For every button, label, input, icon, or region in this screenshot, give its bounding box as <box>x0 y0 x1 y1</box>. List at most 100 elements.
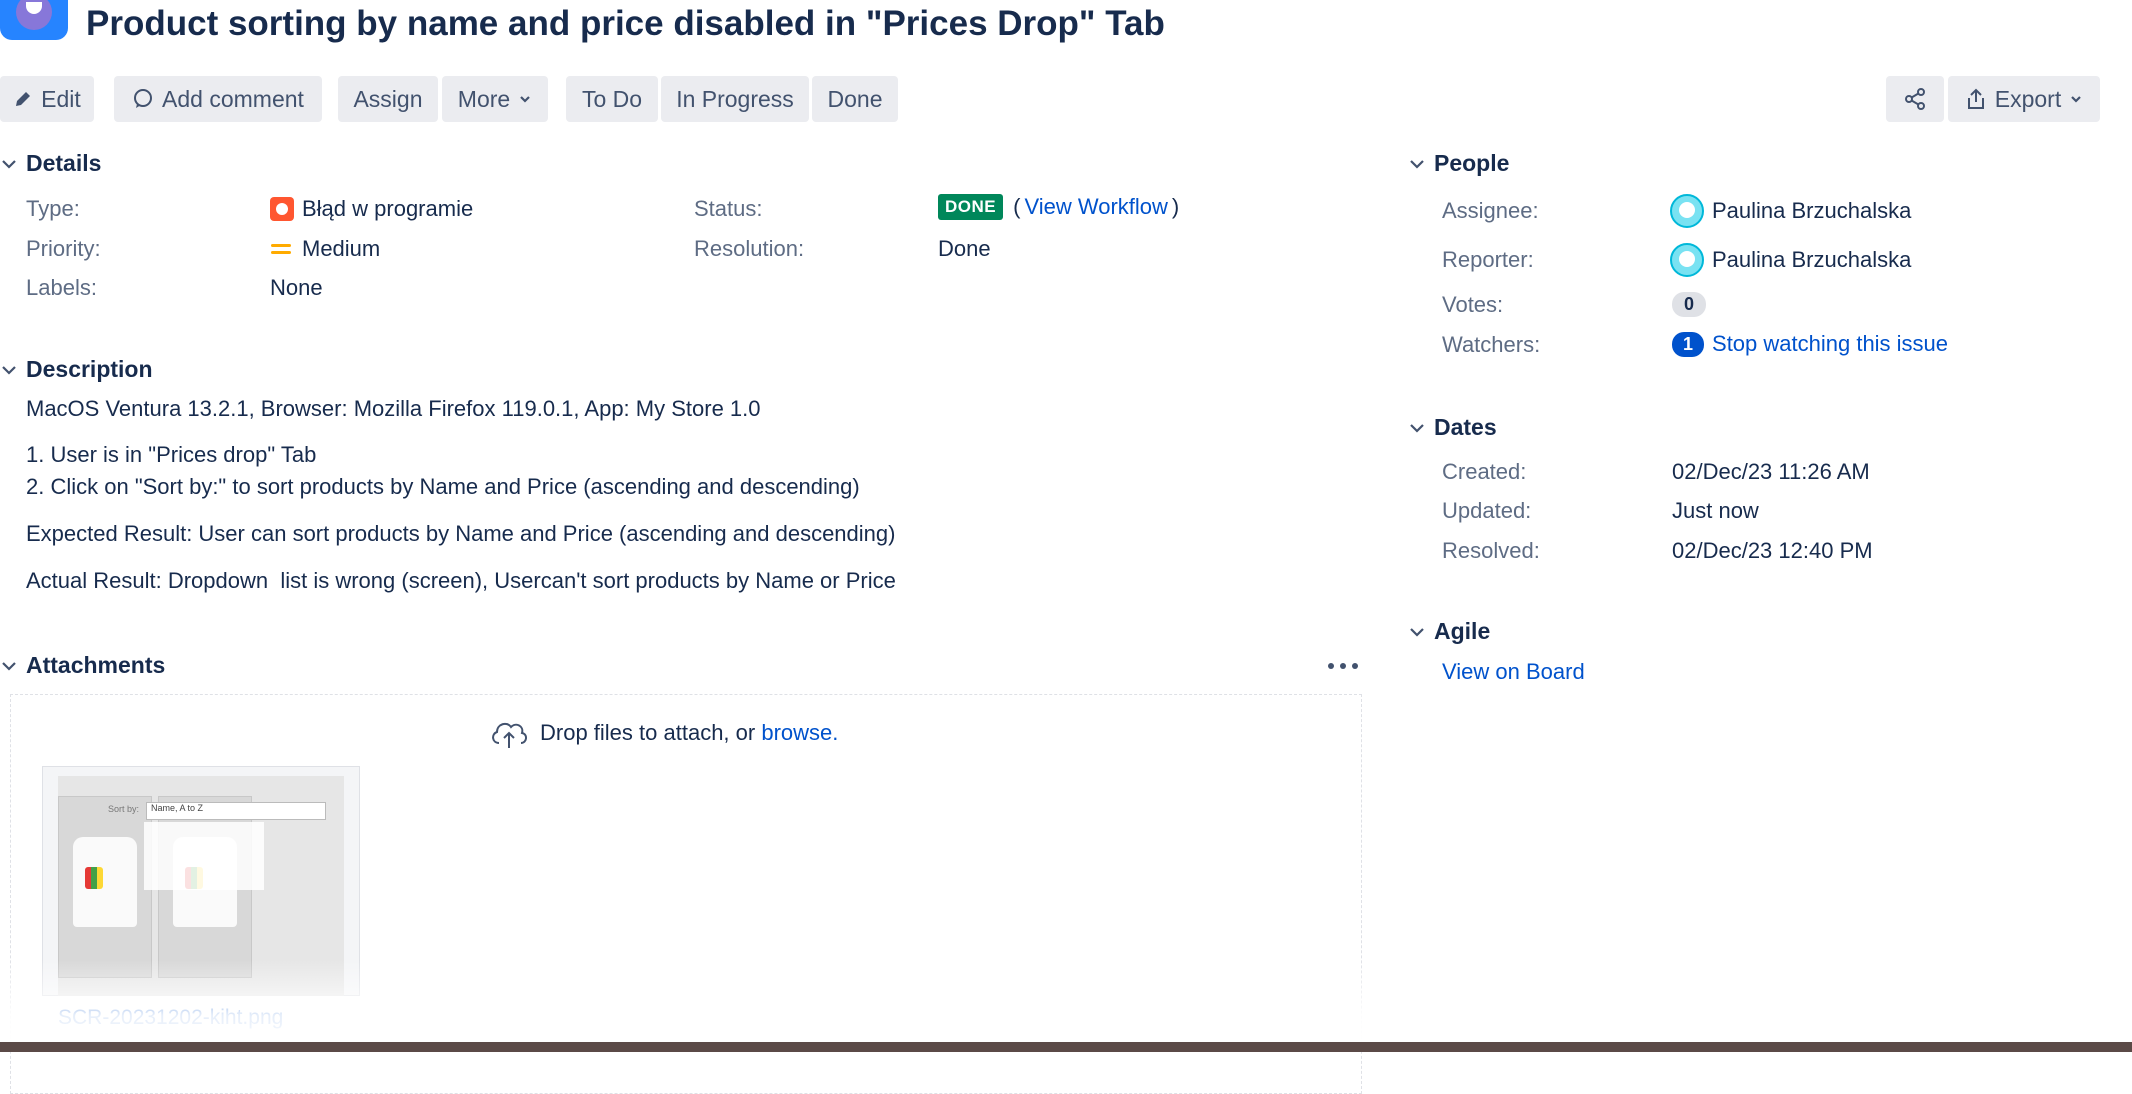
type-label: Type: <box>26 196 80 221</box>
drop-files-text: Drop files to attach, or <box>540 720 762 745</box>
in-progress-label: In Progress <box>676 85 794 112</box>
labels-label: Labels: <box>26 275 97 300</box>
dates-toggle[interactable]: Dates <box>1408 414 1497 441</box>
project-avatar[interactable] <box>0 0 68 40</box>
description-line: Expected Result: User can sort products … <box>26 521 896 546</box>
votes-value[interactable]: 0 <box>1672 292 1707 317</box>
thumb-dropdown-list <box>144 822 264 890</box>
bug-icon <box>270 197 294 221</box>
chevron-down-icon <box>1410 159 1424 169</box>
export-button[interactable]: Export <box>1948 76 2100 122</box>
avatar <box>1670 194 1704 228</box>
stop-watching-link[interactable]: Stop watching this issue <box>1712 331 1948 357</box>
created-value: 02/Dec/23 11:26 AM <box>1672 459 1870 484</box>
chevron-down-icon <box>1410 627 1424 637</box>
resolved-label: Resolved: <box>1442 538 1540 563</box>
attachments-toggle[interactable]: Attachments <box>0 652 165 679</box>
export-icon <box>1967 88 1984 109</box>
issue-title[interactable]: Product sorting by name and price disabl… <box>86 4 1165 44</box>
reporter-value[interactable]: Paulina Brzuchalska <box>1670 243 1911 277</box>
avatar <box>1670 243 1704 277</box>
attachment-thumbnail-image[interactable]: Sort by: Name, A to Z <box>58 776 344 996</box>
assign-label: Assign <box>353 85 423 112</box>
cloud-upload-icon <box>492 722 527 748</box>
description-line: Actual Result: Dropdown list is wrong (s… <box>26 568 896 593</box>
description-toggle[interactable]: Description <box>0 356 153 383</box>
view-on-board-link[interactable]: View on Board <box>1442 659 1585 685</box>
done-button[interactable]: Done <box>812 76 898 122</box>
description-line: MacOS Ventura 13.2.1, Browser: Mozilla F… <box>26 396 761 421</box>
resolution-label: Resolution: <box>694 236 805 261</box>
resolved-value: 02/Dec/23 12:40 PM <box>1672 538 1873 563</box>
status-label: Status: <box>694 196 763 221</box>
attachment-file-link[interactable]: SCR-20231202-kiht.png <box>58 1006 283 1030</box>
chevron-down-icon <box>2 365 16 375</box>
priority-text: Medium <box>302 236 381 261</box>
attachments-heading: Attachments <box>26 652 166 678</box>
browse-link[interactable]: browse. <box>761 720 838 745</box>
more-button[interactable]: More <box>442 76 548 122</box>
assignee-label: Assignee: <box>1442 198 1539 223</box>
watchers-count-badge[interactable]: 1 <box>1672 331 1705 357</box>
comment-icon <box>134 89 153 108</box>
attachments-more-icon[interactable] <box>1328 654 1358 678</box>
status-lozenge: DONE <box>938 194 1004 220</box>
pencil-icon <box>16 92 31 106</box>
resolution-value: Done <box>938 236 991 261</box>
share-button[interactable] <box>1886 76 1944 122</box>
dates-heading: Dates <box>1434 414 1497 440</box>
type-text: Błąd w programie <box>302 196 474 221</box>
more-label: More <box>457 85 511 112</box>
chevron-down-icon <box>2071 96 2082 103</box>
priority-label: Priority: <box>26 236 101 261</box>
updated-value: Just now <box>1672 498 1759 523</box>
assign-button[interactable]: Assign <box>338 76 438 122</box>
chevron-down-icon <box>520 96 530 103</box>
votes-count-badge: 0 <box>1672 292 1707 317</box>
details-toggle[interactable]: Details <box>0 150 101 177</box>
details-heading: Details <box>26 150 102 176</box>
chevron-down-icon <box>2 661 16 671</box>
add-comment-label: Add comment <box>162 85 304 112</box>
thumb-sort-label: Sort by: <box>108 804 140 814</box>
description-line: 2. Click on "Sort by:" to sort products … <box>26 474 860 499</box>
agile-toggle[interactable]: Agile <box>1408 618 1490 645</box>
labels-value[interactable]: None <box>270 275 323 301</box>
assignee-name: Paulina Brzuchalska <box>1712 198 1912 223</box>
chevron-down-icon <box>2 159 16 169</box>
paren-close: ) <box>1171 194 1180 219</box>
priority-medium-icon <box>271 244 291 254</box>
watchers-value: 1 Stop watching this issue <box>1672 331 1948 357</box>
edit-button[interactable]: Edit <box>0 76 94 122</box>
done-label: Done <box>827 85 883 112</box>
to-do-label: To Do <box>581 85 643 112</box>
share-icon <box>1905 88 1925 110</box>
people-toggle[interactable]: People <box>1408 150 1509 177</box>
agile-heading: Agile <box>1434 618 1491 644</box>
type-value: Błąd w programie <box>270 196 473 222</box>
shirt-product-image <box>58 796 152 978</box>
add-comment-button[interactable]: Add comment <box>114 76 322 122</box>
to-do-button[interactable]: To Do <box>566 76 658 122</box>
export-label: Export <box>1994 85 2062 112</box>
priority-value: Medium <box>270 236 380 262</box>
people-heading: People <box>1434 150 1510 176</box>
assignee-value[interactable]: Paulina Brzuchalska <box>1670 194 1911 228</box>
updated-label: Updated: <box>1442 498 1532 523</box>
reporter-label: Reporter: <box>1442 247 1534 272</box>
description-line: 1. User is in "Prices drop" Tab <box>26 442 317 467</box>
status-value: DONE (View Workflow) <box>938 194 1179 220</box>
watchers-label: Watchers: <box>1442 332 1541 357</box>
reporter-name: Paulina Brzuchalska <box>1712 247 1912 272</box>
view-workflow-link[interactable]: View Workflow <box>1024 194 1167 220</box>
thumb-sort-dropdown: Name, A to Z <box>146 802 326 820</box>
edit-label: Edit <box>41 85 81 112</box>
votes-label: Votes: <box>1442 292 1504 317</box>
chevron-down-icon <box>1410 423 1424 433</box>
description-heading: Description <box>26 356 153 382</box>
created-label: Created: <box>1442 459 1527 484</box>
in-progress-button[interactable]: In Progress <box>661 76 809 122</box>
paren-open: ( <box>1013 194 1021 219</box>
window-bottom-edge <box>0 1042 2132 1052</box>
drop-files-prompt: Drop files to attach, or browse. <box>488 716 838 750</box>
